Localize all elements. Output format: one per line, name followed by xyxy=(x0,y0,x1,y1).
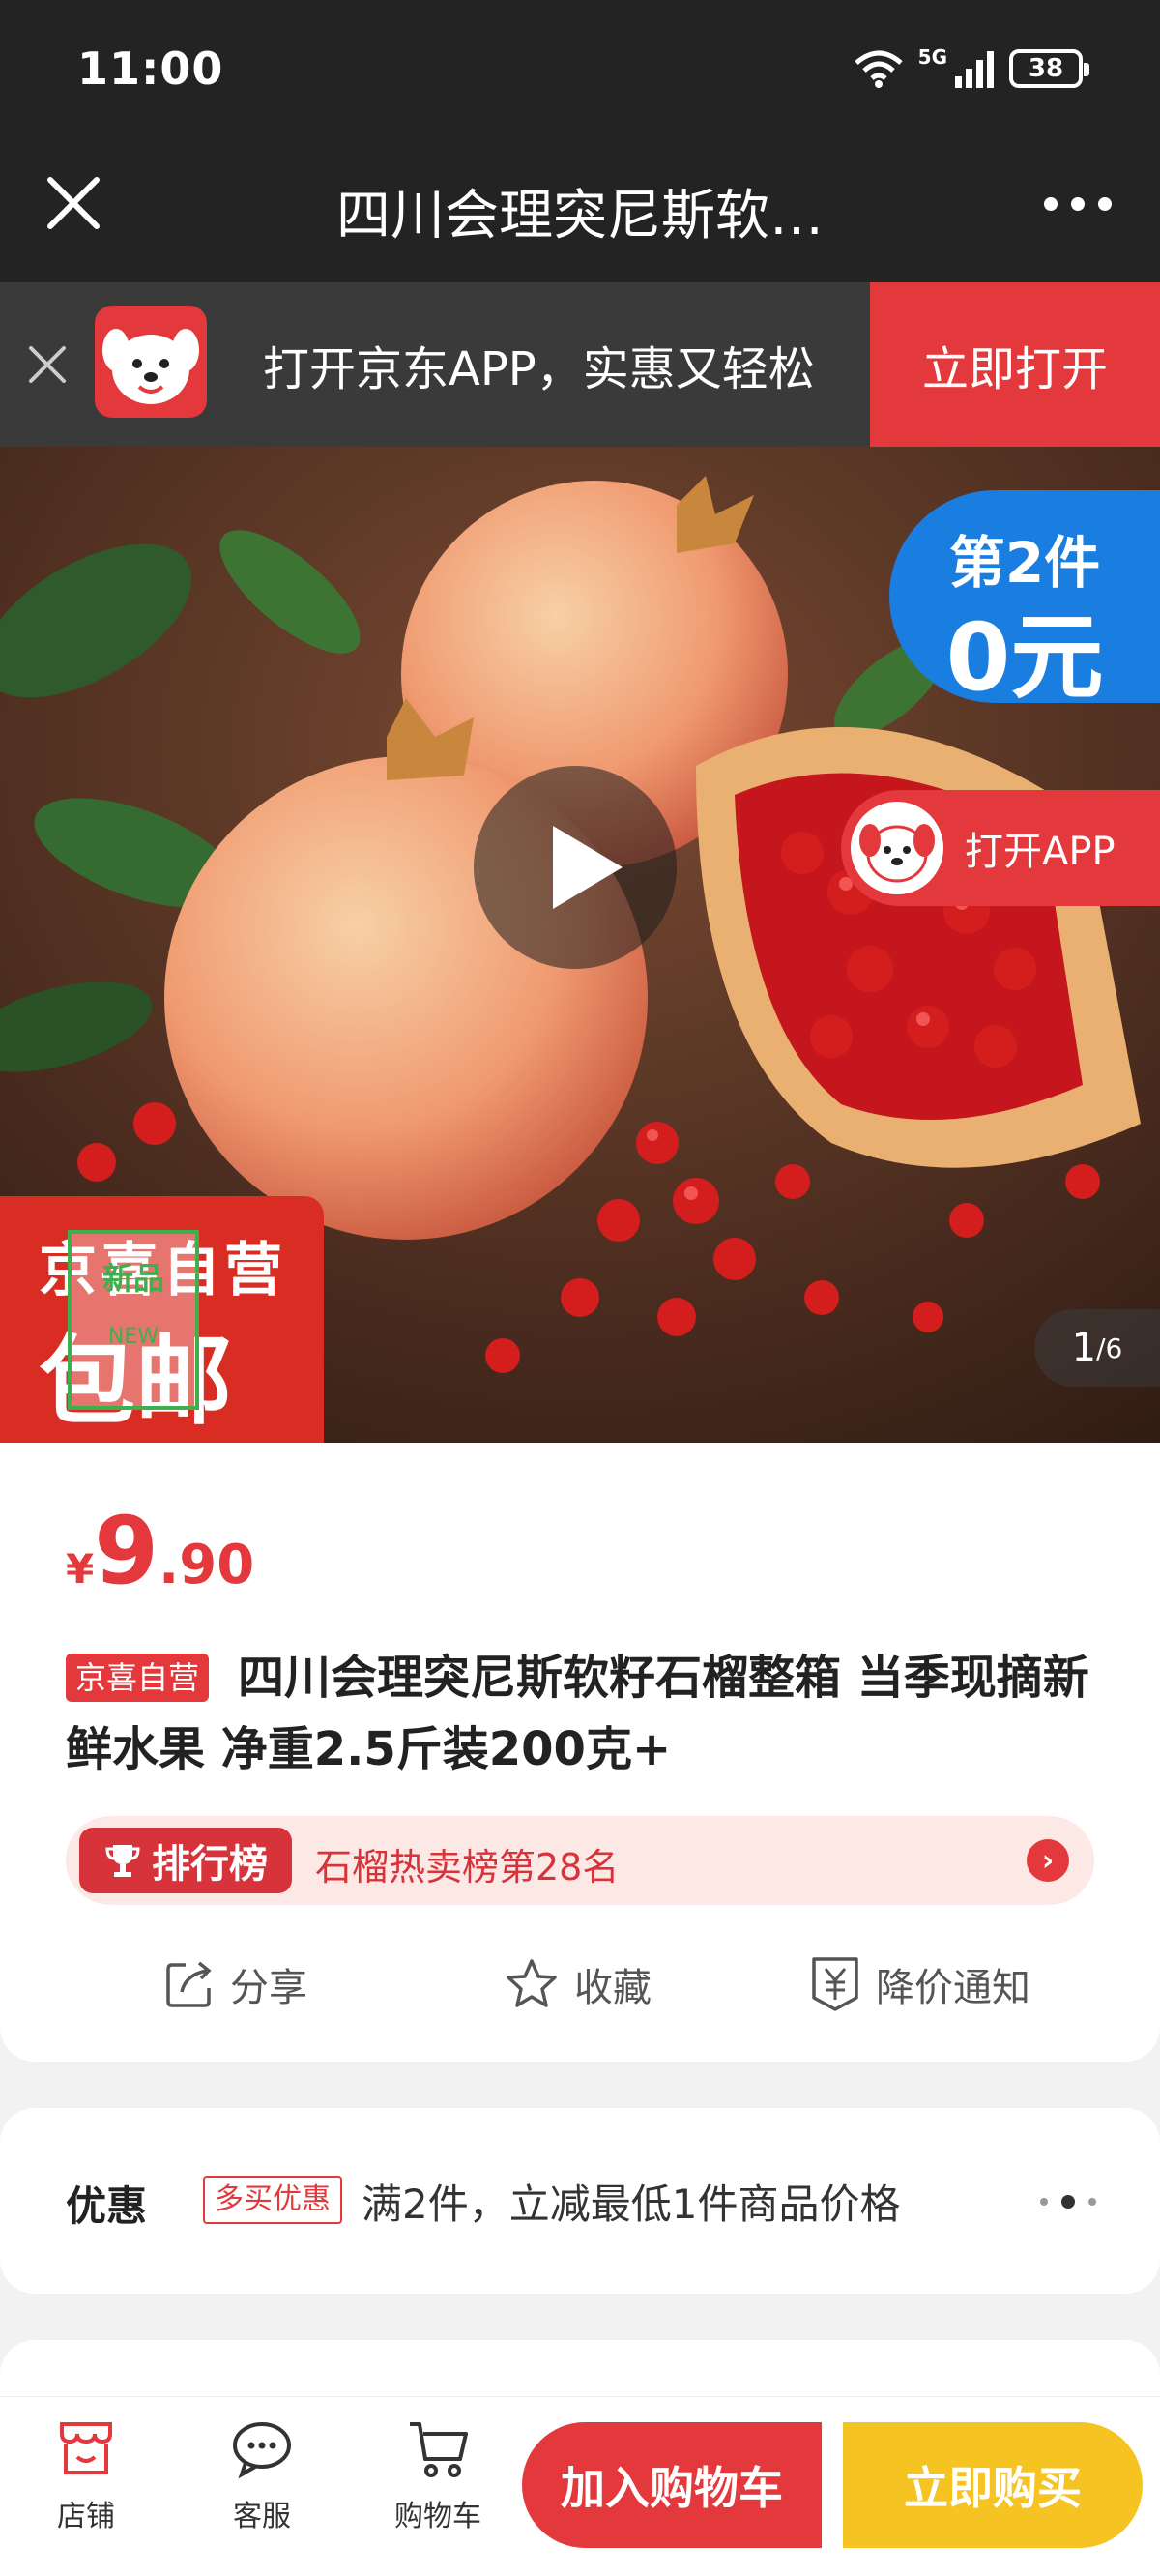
network-type: 5G xyxy=(917,45,947,69)
second-item-free-badge: 第2件 0元 xyxy=(889,490,1160,712)
play-video-button[interactable] xyxy=(474,766,677,969)
ranking-text: 石榴热卖榜第28名 xyxy=(315,1846,620,1888)
image-page-indicator: 1/6 xyxy=(1034,1309,1160,1387)
ranking-label: 排行榜 xyxy=(79,1828,292,1893)
buy-now-button[interactable]: 立即购买 xyxy=(843,2422,1143,2548)
close-icon[interactable] xyxy=(43,172,104,234)
ranking-label-text: 排行榜 xyxy=(152,1842,268,1887)
store-label: 店铺 xyxy=(57,2500,115,2533)
wifi-icon xyxy=(855,50,903,88)
page-title: 四川会理突尼斯软… xyxy=(336,185,824,248)
price-decimal: .90 xyxy=(159,1534,255,1596)
store-tab[interactable]: 店铺 xyxy=(14,2415,159,2560)
status-time: 11:00 xyxy=(77,43,224,95)
price-integer: 9 xyxy=(94,1497,160,1605)
share-button[interactable]: 分享 xyxy=(162,1946,307,2023)
signal-icon xyxy=(955,51,994,88)
cart-icon xyxy=(410,2422,468,2477)
nav-bar: 四川会理突尼斯软… xyxy=(0,143,1160,282)
price-currency: ¥ xyxy=(66,1545,95,1593)
banner-text: 打开京东APP，实惠又轻松 xyxy=(263,342,815,396)
new-stamp-text: 新品 xyxy=(102,1260,164,1297)
favorite-button[interactable]: 收藏 xyxy=(503,1946,652,2023)
add-to-cart-button[interactable]: 加入购物车 xyxy=(522,2422,822,2548)
play-icon xyxy=(553,826,623,909)
more-icon[interactable] xyxy=(1044,190,1112,219)
action-row: 分享 收藏 降价通知 xyxy=(0,1946,1160,2023)
service-tab[interactable]: 客服 xyxy=(189,2415,334,2560)
new-stamp-en: NEW xyxy=(107,1325,160,1349)
battery-icon: 38 xyxy=(1009,49,1089,88)
open-app-tag[interactable]: 打开APP xyxy=(841,790,1160,906)
jd-logo-icon xyxy=(95,306,207,418)
jd-dog-icon xyxy=(851,802,943,894)
jingxi-tag: 京喜自营 xyxy=(66,1654,210,1702)
new-product-stamp: 新品 NEW xyxy=(68,1230,199,1410)
bottom-bar: 店铺 客服 购物车 加入购物车 立即购买 xyxy=(0,2396,1160,2576)
promotion-text: 满2件，立减最低1件商品价格 xyxy=(362,2181,901,2228)
open-app-button[interactable]: 立即打开 xyxy=(870,282,1160,447)
product-info-card: ¥9.90 四川会理突尼斯软籽石榴整箱 当季现摘新鲜水果 净重2.5斤装200克… xyxy=(0,1443,1160,2062)
chevron-right-icon: › xyxy=(1027,1839,1069,1882)
share-label: 分享 xyxy=(230,1966,307,2010)
product-title: 四川会理突尼斯软籽石榴整箱 当季现摘新鲜水果 净重2.5斤装200克+ xyxy=(66,1651,1089,1776)
price: ¥9.90 xyxy=(66,1497,254,1605)
promotion-row[interactable]: 优惠 多买优惠 满2件，立减最低1件商品价格 xyxy=(0,2108,1160,2294)
ranking-bar[interactable]: 排行榜 石榴热卖榜第28名 › xyxy=(66,1816,1094,1905)
store-icon xyxy=(60,2422,112,2474)
page: 11:00 5G 38 四川会理突尼斯软… 打开京东APP，实惠又轻松 立即打开… xyxy=(0,0,1160,2576)
cart-tab[interactable]: 购物车 xyxy=(365,2415,510,2560)
more-dots-icon xyxy=(1040,2195,1096,2209)
product-image-carousel[interactable]: 第2件 0元 打开APP 京喜自营 包邮 新品 NEW 1 /6 xyxy=(0,447,1160,1443)
cart-label: 购物车 xyxy=(394,2500,481,2533)
promotion-label: 优惠 xyxy=(66,2182,148,2230)
open-app-label: 打开APP xyxy=(965,830,1116,874)
page-total: /6 xyxy=(1096,1332,1123,1364)
banner-close-icon[interactable] xyxy=(25,342,70,387)
trophy-icon xyxy=(105,1845,140,1877)
service-label: 客服 xyxy=(233,2500,291,2533)
share-icon xyxy=(166,1961,212,2007)
favorite-label: 收藏 xyxy=(574,1966,652,2010)
price-tag-icon xyxy=(812,1957,858,2011)
status-icons: 5G 38 xyxy=(853,44,1089,93)
battery-level: 38 xyxy=(1028,54,1064,83)
price-alert-button[interactable]: 降价通知 xyxy=(808,1946,1030,2023)
status-bar: 11:00 5G 38 xyxy=(0,0,1160,143)
promo-line2: 0元 xyxy=(945,603,1104,712)
page-current: 1 xyxy=(1071,1326,1097,1370)
chat-icon xyxy=(233,2422,291,2479)
star-icon xyxy=(507,1959,557,2007)
price-alert-label: 降价通知 xyxy=(876,1966,1030,2010)
app-banner: 打开京东APP，实惠又轻松 立即打开 xyxy=(0,282,1160,447)
promotion-tag: 多买优惠 xyxy=(203,2176,342,2224)
